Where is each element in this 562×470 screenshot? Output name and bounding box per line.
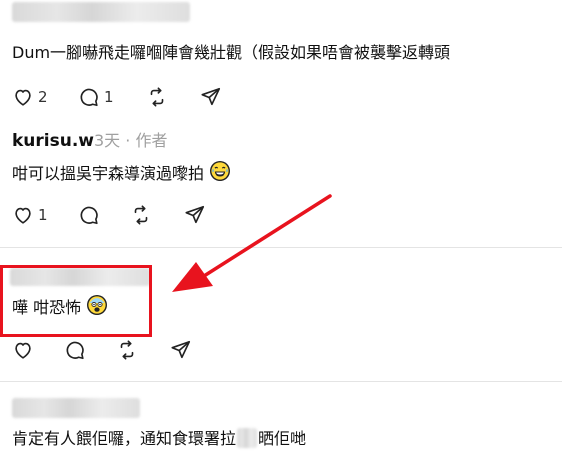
- reply-icon: [66, 341, 84, 360]
- reply-icon: [80, 88, 98, 107]
- repost-button[interactable]: [146, 85, 168, 109]
- redacted-username: [12, 2, 190, 22]
- comment-text-content: 咁可以搵吳宇森導演過嚟拍: [12, 164, 205, 183]
- redacted-username: [12, 398, 140, 418]
- comment-actions: 2 1: [12, 85, 232, 109]
- repost-icon: [134, 205, 148, 225]
- comment-time: 3天: [94, 131, 121, 150]
- share-icon: [201, 87, 221, 106]
- comment-divider: [0, 247, 562, 248]
- share-icon: [185, 205, 205, 224]
- repost-icon: [120, 340, 134, 360]
- like-count: 1: [38, 206, 48, 224]
- like-button[interactable]: 2: [12, 85, 48, 109]
- comment-author[interactable]: kurisu.w: [12, 130, 94, 152]
- comment-text-tail: 晒佢哋: [258, 429, 307, 448]
- repost-button[interactable]: [130, 203, 152, 227]
- comment-actions: 1: [12, 203, 232, 227]
- share-button[interactable]: [170, 338, 192, 362]
- repost-button[interactable]: [116, 338, 138, 362]
- reply-button[interactable]: [78, 203, 100, 227]
- heart-icon: [15, 342, 31, 359]
- comment-divider: [0, 381, 562, 382]
- reply-button[interactable]: 1: [78, 85, 114, 109]
- redacted-word: [237, 428, 258, 448]
- laughing-emoji-icon: [210, 161, 231, 181]
- share-button[interactable]: [184, 203, 206, 227]
- like-button[interactable]: 1: [12, 203, 48, 227]
- heart-icon: [15, 89, 31, 106]
- reply-icon: [80, 206, 98, 225]
- like-count: 2: [38, 88, 48, 106]
- heart-icon: [15, 207, 31, 224]
- comment-text: Dum一腳嚇飛走囉嗰陣會幾壯觀（假設如果唔會被襲擊返轉頭: [12, 43, 451, 62]
- comment-meta: 3天 · 作者: [94, 130, 167, 152]
- comment-text: 咁可以搵吳宇森導演過嚟拍: [12, 160, 231, 185]
- reply-count: 1: [104, 88, 114, 106]
- meta-separator: ·: [125, 131, 131, 150]
- share-icon: [171, 340, 191, 359]
- highlight-box: [0, 265, 152, 337]
- author-badge: 作者: [135, 131, 168, 150]
- comment-text: 肯定有人餵佢囉，通知食環署拉 晒佢哋: [12, 428, 306, 450]
- reply-button[interactable]: [64, 338, 86, 362]
- comment-actions: [12, 338, 232, 362]
- share-button[interactable]: [200, 85, 222, 109]
- repost-icon: [150, 87, 164, 107]
- comment-text-content: 肯定有人餵佢囉，通知食環署拉: [12, 429, 237, 448]
- like-button[interactable]: [12, 338, 34, 362]
